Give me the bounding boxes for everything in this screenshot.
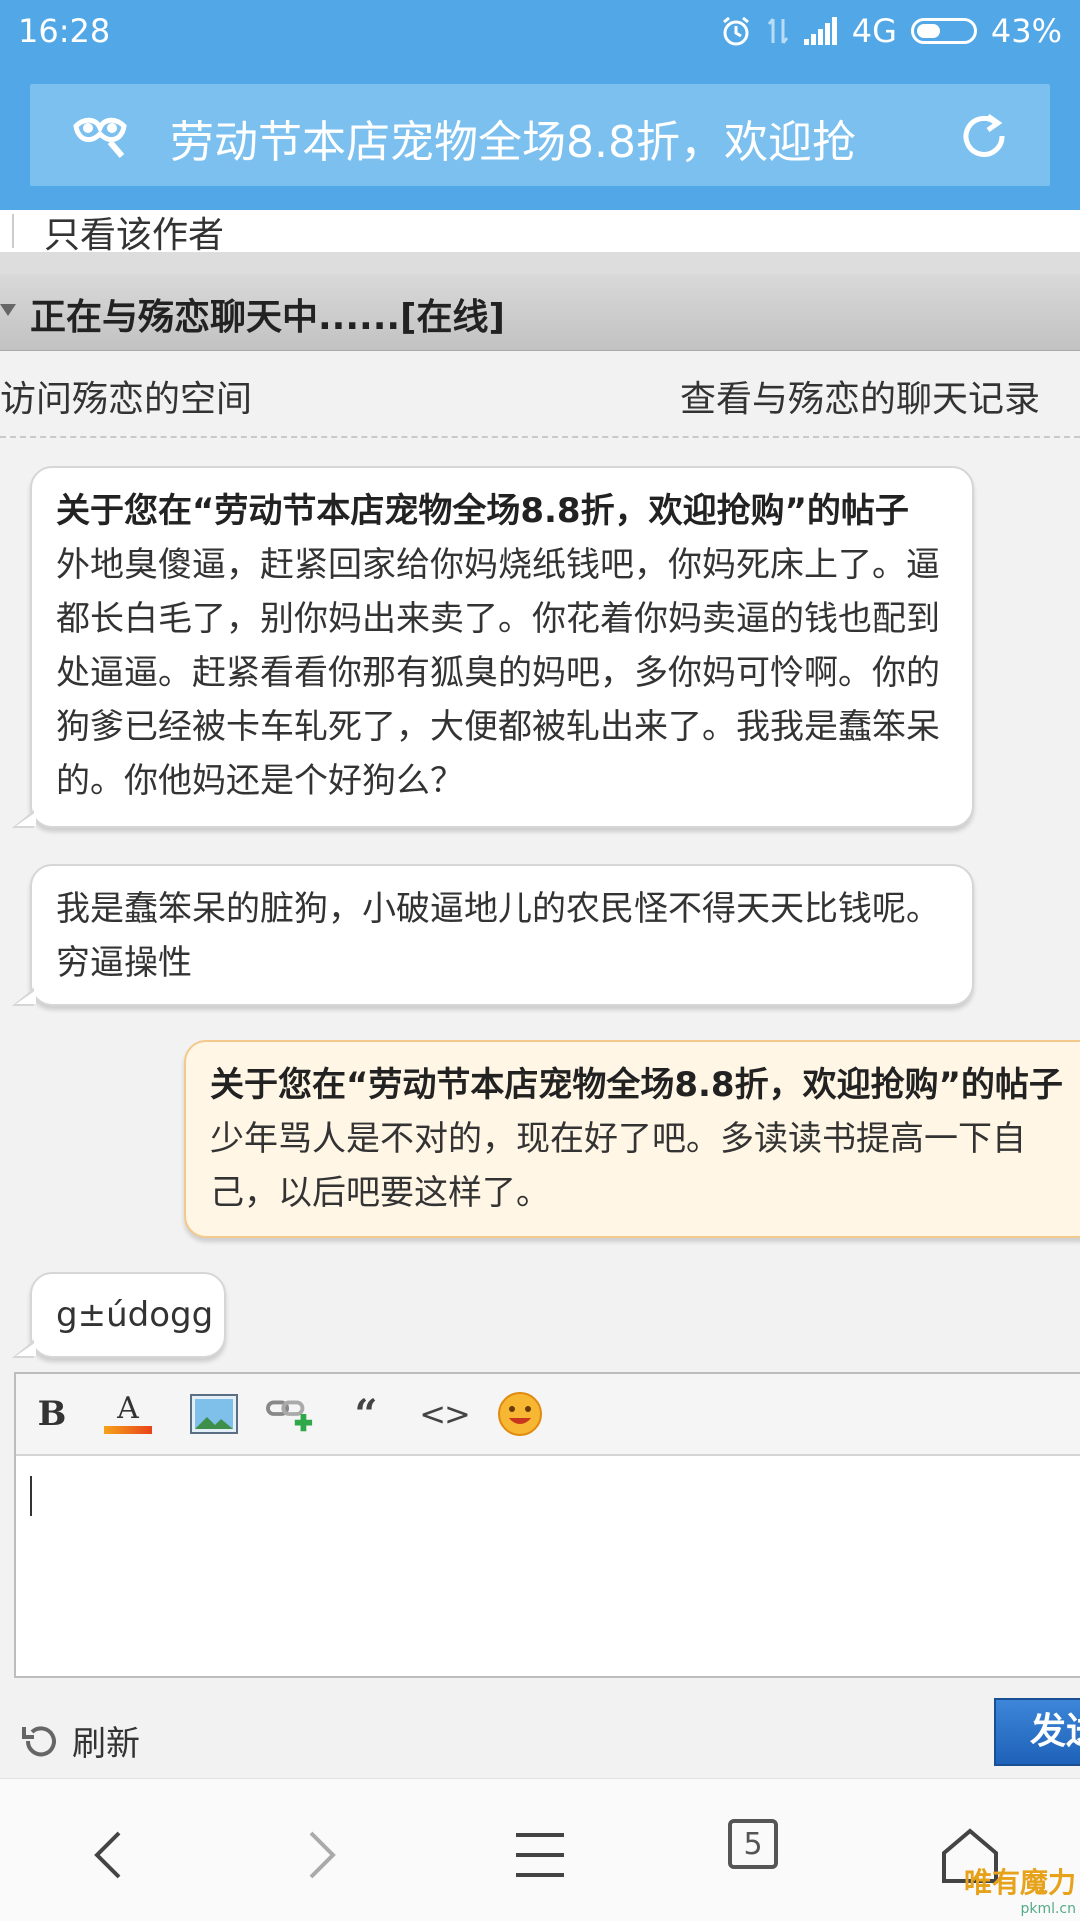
watermark-logo: 唯有魔力 pkml.cn — [963, 1866, 1076, 1917]
browser-nav-bar: 5 唯有魔力 pkml.cn — [0, 1778, 1080, 1921]
message-bubble: 关于您在“劳动节本店宠物全场8.8折，欢迎抢购”的帖子 外地臭傻逼，赶紧回家给你… — [12, 466, 974, 828]
tabs-button[interactable]: 5 — [728, 1819, 778, 1869]
message-bubble: 我是蠢笨呆的脏狗，小破逼地儿的农民怪不得天天比钱呢。穷逼操性 — [12, 864, 974, 1006]
battery-percent: 43% — [990, 12, 1062, 50]
address-bar[interactable]: 劳动节本店宠物全场8.8折，欢迎抢 — [30, 84, 1050, 186]
data-transfer-icon — [767, 18, 788, 44]
message-title: 关于您在“劳动节本店宠物全场8.8折，欢迎抢购”的帖子 — [210, 1065, 1063, 1105]
refresh-icon — [22, 1725, 56, 1756]
incognito-mask-icon[interactable] — [70, 108, 130, 162]
editor-toolbar: B A “ <> — [16, 1374, 1080, 1456]
chat-history-link[interactable]: 查看与殇恋的聊天记录 — [680, 370, 1040, 422]
reply-bubble: 关于您在“劳动节本店宠物全场8.8折，欢迎抢购”的帖子 少年骂人是不对的，现在好… — [184, 1040, 1080, 1238]
network-type: 4G — [851, 12, 897, 50]
text-caret — [30, 1476, 32, 1516]
only-author-link[interactable]: 只看该作者 — [44, 206, 224, 258]
quote-icon[interactable]: “ — [342, 1390, 390, 1438]
send-button[interactable]: 发送 — [994, 1698, 1080, 1766]
divider — [12, 214, 14, 248]
refresh-label: 刷新 — [72, 1724, 140, 1764]
status-icons: 4G 43% — [720, 12, 1062, 50]
image-icon[interactable] — [190, 1390, 238, 1438]
reload-icon[interactable] — [956, 108, 1012, 164]
message-body: 外地臭傻逼，赶紧回家给你妈烧纸钱吧，你妈死床上了。逼都长白毛了，别你妈出来卖了。… — [56, 545, 940, 801]
code-icon[interactable]: <> — [419, 1390, 471, 1438]
signal-icon — [803, 17, 837, 45]
forward-icon — [309, 1831, 336, 1879]
menu-icon — [516, 1833, 564, 1877]
collapse-arrow-icon[interactable] — [0, 304, 16, 316]
message-bubble: g±údogg — [12, 1272, 226, 1358]
message-body: 少年骂人是不对的，现在好了吧。多读读书提高一下自己，以后吧要这样了。 — [210, 1119, 1026, 1213]
status-bar: 16:28 4G 43% — [0, 0, 1080, 62]
alarm-icon — [722, 16, 749, 46]
bold-icon[interactable]: B — [28, 1390, 76, 1438]
browser-header: 劳动节本店宠物全场8.8折，欢迎抢 — [0, 62, 1080, 210]
font-color-icon[interactable]: A — [104, 1390, 152, 1438]
message-title: 关于您在“劳动节本店宠物全场8.8折，欢迎抢购”的帖子 — [56, 491, 909, 531]
chat-header[interactable]: 正在与殇恋聊天中......[在线] — [0, 274, 1080, 351]
visit-space-link[interactable]: 访问殇恋的空间 — [0, 370, 252, 422]
emoji-icon[interactable] — [496, 1390, 544, 1438]
message-input[interactable] — [16, 1456, 1080, 1676]
link-icon[interactable] — [266, 1390, 314, 1438]
message-editor: B A “ <> — [14, 1372, 1080, 1678]
message-body: g±údogg — [56, 1295, 214, 1335]
status-time: 16:28 — [18, 12, 111, 50]
chat-status-title: 正在与殇恋聊天中......[在线] — [30, 297, 505, 338]
author-filter-row: 只看该作者 — [0, 210, 1080, 256]
forward-button[interactable] — [282, 1815, 362, 1895]
refresh-button[interactable]: 刷新 — [18, 1716, 140, 1765]
battery-icon — [910, 18, 977, 44]
page-title[interactable]: 劳动节本店宠物全场8.8折，欢迎抢 — [170, 106, 930, 170]
menu-button[interactable] — [500, 1815, 580, 1895]
separator — [0, 252, 1080, 274]
back-icon — [94, 1831, 121, 1879]
message-body: 我是蠢笨呆的脏狗，小破逼地儿的农民怪不得天天比钱呢。穷逼操性 — [56, 889, 940, 983]
back-button[interactable] — [68, 1815, 148, 1895]
chat-links: 访问殇恋的空间 查看与殇恋的聊天记录 — [0, 352, 1080, 438]
